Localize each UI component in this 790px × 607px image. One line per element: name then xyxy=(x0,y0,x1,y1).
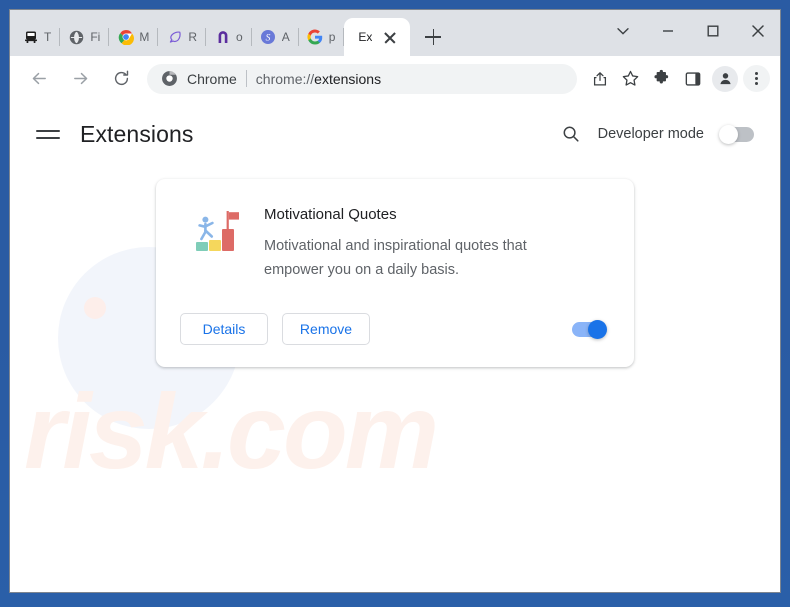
reload-icon xyxy=(114,70,128,86)
svg-text:S: S xyxy=(266,34,271,44)
tab-3[interactable]: M xyxy=(109,18,159,56)
browser-window: T Fi M R o S A p Ex Chrome chrome://exte… xyxy=(9,9,781,593)
cursor-icon xyxy=(166,29,183,46)
profile-avatar-icon xyxy=(719,73,731,85)
extension-card-text: Motivational Quotes Motivational and ins… xyxy=(264,205,564,282)
letter-a-icon xyxy=(214,29,231,46)
close-icon[interactable] xyxy=(382,29,398,45)
cross-icon xyxy=(751,25,764,37)
forward-arrow-icon xyxy=(73,72,87,85)
extensions-page: PC risk.com Extensions Developer mode xyxy=(10,101,780,592)
tab-6[interactable]: S A xyxy=(252,18,299,56)
tab-4[interactable]: R xyxy=(158,18,207,56)
new-tab-button[interactable] xyxy=(418,22,448,52)
omnibox-url: chrome://extensions xyxy=(256,71,381,87)
tab-title: Fi xyxy=(90,30,101,44)
extension-enabled-toggle-wrapper xyxy=(572,319,607,339)
back-button[interactable] xyxy=(24,64,54,94)
header-right-controls: Developer mode xyxy=(560,123,754,145)
train-icon xyxy=(22,29,39,46)
tab-title: A xyxy=(281,30,290,44)
tab-extensions-active[interactable]: Ex xyxy=(344,18,411,56)
extension-card-footer: Details Remove xyxy=(180,289,610,367)
extension-name: Motivational Quotes xyxy=(264,206,397,223)
forward-button[interactable] xyxy=(65,64,95,94)
extensions-puzzle-icon[interactable] xyxy=(647,64,676,93)
browser-toolbar: Chrome chrome://extensions xyxy=(10,56,780,101)
side-panel-icon[interactable] xyxy=(678,64,707,93)
chrome-icon xyxy=(117,29,134,46)
script-s-icon: S xyxy=(260,29,277,46)
developer-mode-label: Developer mode xyxy=(597,126,704,142)
tab-title: M xyxy=(139,30,150,44)
tab-title: T xyxy=(44,30,52,44)
remove-button[interactable]: Remove xyxy=(282,313,370,345)
minimize-button[interactable] xyxy=(645,15,690,47)
square-icon xyxy=(707,25,719,37)
close-window-button[interactable] xyxy=(735,15,780,47)
hamburger-menu-icon[interactable] xyxy=(36,121,62,147)
tab-strip: T Fi M R o S A p Ex xyxy=(10,10,780,56)
address-bar[interactable]: Chrome chrome://extensions xyxy=(147,63,577,94)
extension-cards-area: Motivational Quotes Motivational and ins… xyxy=(10,167,780,367)
chevron-down-icon xyxy=(616,28,629,35)
window-frame: T Fi M R o S A p Ex Chrome chrome://exte… xyxy=(0,0,790,607)
motivational-goal-flag-icon xyxy=(192,207,242,257)
search-icon[interactable] xyxy=(560,123,582,145)
reload-button[interactable] xyxy=(106,64,136,94)
omnibox-url-scheme: chrome:// xyxy=(255,70,315,87)
extension-card: Motivational Quotes Motivational and ins… xyxy=(156,179,634,367)
omnibox-site-label: Chrome xyxy=(187,70,237,87)
watermark-bottom-text: risk.com xyxy=(24,373,439,491)
google-g-icon xyxy=(307,29,324,46)
tab-title: R xyxy=(188,30,198,44)
minus-icon xyxy=(662,30,673,32)
toggle-knob xyxy=(588,319,607,339)
bookmark-star-icon[interactable] xyxy=(616,64,645,93)
chrome-logo-icon xyxy=(161,70,178,87)
maximize-button[interactable] xyxy=(690,15,735,47)
tab-1[interactable]: T xyxy=(14,18,61,56)
window-controls xyxy=(600,10,780,56)
tab-title: p xyxy=(328,30,336,44)
tab-search-button[interactable] xyxy=(600,15,645,47)
extension-card-top: Motivational Quotes Motivational and ins… xyxy=(180,205,610,282)
tab-7[interactable]: p xyxy=(299,18,345,56)
three-dot-menu-icon[interactable] xyxy=(743,65,770,92)
tab-5[interactable]: o xyxy=(206,18,252,56)
profile-avatar[interactable] xyxy=(712,65,738,92)
back-arrow-icon xyxy=(32,72,46,85)
extension-enabled-toggle[interactable] xyxy=(572,319,607,339)
omnibox-url-path: extensions xyxy=(314,70,382,87)
share-icon[interactable] xyxy=(585,64,614,93)
extension-description: Motivational and inspirational quotes th… xyxy=(264,238,527,279)
page-header: Extensions Developer mode xyxy=(10,101,780,167)
tab-title: Ex xyxy=(358,30,373,44)
globe-icon xyxy=(68,29,85,46)
developer-mode-toggle[interactable] xyxy=(719,124,754,144)
omnibox-divider xyxy=(245,70,247,87)
toggle-knob xyxy=(719,124,738,144)
details-button[interactable]: Details xyxy=(180,313,268,345)
page-title: Extensions xyxy=(80,120,194,147)
tab-2[interactable]: Fi xyxy=(60,18,110,56)
tab-title: o xyxy=(236,30,243,44)
